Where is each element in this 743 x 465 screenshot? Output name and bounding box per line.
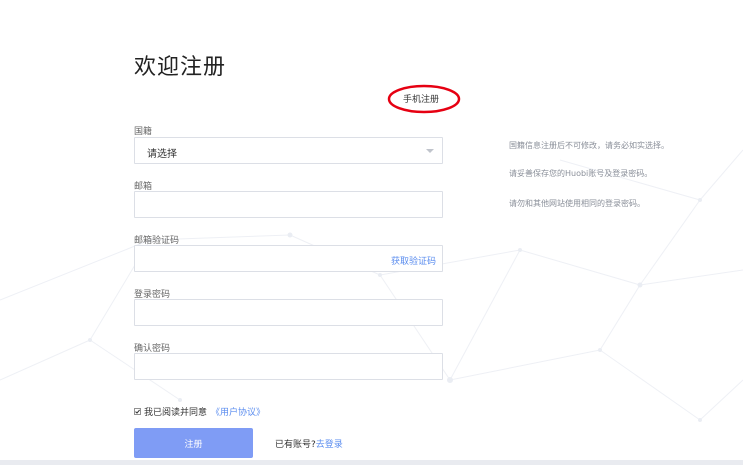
user-agreement-link[interactable]: 《用户协议》 xyxy=(211,405,265,418)
email-field[interactable] xyxy=(135,192,442,217)
tip-item: 请妥善保存您的Huobi账号及登录密码。 xyxy=(509,169,653,178)
get-code-button[interactable]: 获取验证码 xyxy=(391,254,436,267)
background-network-pattern xyxy=(0,149,743,422)
login-prompt-text: 已有账号? xyxy=(275,440,316,450)
chevron-down-icon xyxy=(426,149,434,153)
email-field-box xyxy=(134,191,443,218)
phone-register-link[interactable]: 手机注册 xyxy=(403,92,439,105)
nationality-selected-value: 请选择 xyxy=(147,149,177,160)
confirm-password-field[interactable] xyxy=(135,354,442,379)
login-link[interactable]: 去登录 xyxy=(316,440,343,450)
checkmark-icon xyxy=(134,408,141,415)
registration-page: 欢迎注册 手机注册 国籍 请选择 邮箱 邮箱验证码 获取验证码 登录密码 确认密… xyxy=(0,0,743,465)
agreement-checkbox[interactable] xyxy=(134,408,141,415)
nationality-label: 国籍 xyxy=(134,127,153,137)
login-prompt: 已有账号?去登录 xyxy=(275,437,343,450)
page-title: 欢迎注册 xyxy=(134,55,227,80)
email-code-field-box: 获取验证码 xyxy=(134,245,443,272)
agreement-row: 我已阅读并同意 《用户协议》 xyxy=(134,405,265,418)
password-field[interactable] xyxy=(135,300,442,325)
bottom-divider xyxy=(0,460,743,465)
tip-item: 国籍信息注册后不可修改，请务必如实选择。 xyxy=(509,141,669,150)
agreement-text: 我已阅读并同意 xyxy=(144,408,208,418)
confirm-password-field-box xyxy=(134,353,443,380)
nationality-select[interactable]: 请选择 xyxy=(134,137,443,164)
email-code-field[interactable] xyxy=(135,246,375,271)
tip-item: 请勿和其他网站使用相同的登录密码。 xyxy=(509,199,645,208)
password-field-box xyxy=(134,299,443,326)
register-button[interactable]: 注册 xyxy=(134,428,253,458)
